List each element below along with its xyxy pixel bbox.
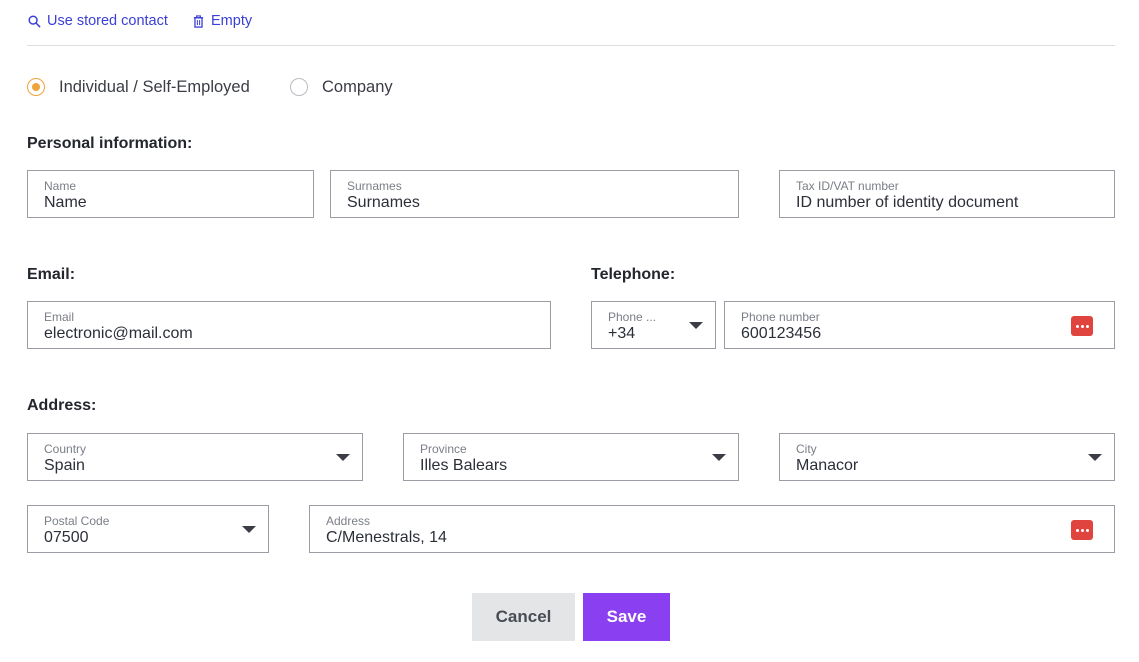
country-label: Country	[44, 442, 87, 456]
more-options-icon[interactable]	[1071, 316, 1093, 336]
radio-individual-indicator[interactable]	[27, 78, 45, 96]
phone-number-value[interactable]: 600123456	[741, 325, 821, 343]
city-value: Manacor	[796, 457, 859, 474]
personal-info-title: Personal information:	[27, 135, 193, 152]
email-field[interactable]: Email electronic@mail.com	[27, 301, 551, 349]
country-select[interactable]: Country Spain	[27, 433, 363, 481]
email-title: Email:	[27, 266, 76, 283]
phone-number-label: Phone number	[741, 310, 820, 324]
chevron-down-icon[interactable]	[712, 454, 726, 461]
province-select[interactable]: Province Illes Balears	[403, 433, 739, 481]
name-field[interactable]: Name Name	[27, 170, 314, 218]
phone-number-field[interactable]: Phone number 600123456	[724, 301, 1115, 349]
city-label: City	[796, 442, 817, 456]
phone-prefix-select[interactable]: Phone ... +34	[591, 301, 716, 349]
chevron-down-icon[interactable]	[242, 526, 256, 533]
surnames-field-value[interactable]: Surnames	[347, 194, 420, 212]
radio-company-label: Company	[322, 77, 393, 96]
radio-individual-label: Individual / Self-Employed	[59, 77, 250, 96]
email-field-label: Email	[44, 310, 75, 324]
phone-prefix-label: Phone ...	[608, 310, 657, 324]
tax-id-field-value[interactable]: ID number of identity document	[796, 194, 1018, 212]
chevron-down-icon[interactable]	[689, 322, 703, 329]
more-options-icon[interactable]	[1071, 520, 1093, 540]
search-icon	[28, 14, 41, 27]
use-stored-contact-label: Use stored contact	[47, 13, 168, 29]
name-field-label: Name	[44, 179, 77, 193]
empty-link[interactable]: Empty	[192, 11, 252, 31]
province-label: Province	[420, 442, 467, 456]
postal-code-label: Postal Code	[44, 514, 110, 528]
postal-code-select[interactable]: Postal Code 07500	[27, 505, 269, 553]
country-value: Spain	[44, 457, 85, 474]
phone-prefix-value: +34	[608, 325, 636, 342]
radio-company-indicator[interactable]	[290, 78, 308, 96]
divider	[27, 45, 1115, 46]
save-button[interactable]: Save	[583, 593, 670, 641]
street-address-field[interactable]: Address C/Menestrals, 14	[309, 505, 1115, 553]
cancel-button[interactable]: Cancel	[472, 593, 575, 641]
surnames-field-label: Surnames	[347, 179, 402, 193]
trash-icon	[193, 14, 204, 28]
city-select[interactable]: City Manacor	[779, 433, 1115, 481]
tax-id-field-label: Tax ID/VAT number	[796, 179, 899, 193]
tax-id-field[interactable]: Tax ID/VAT number ID number of identity …	[779, 170, 1115, 218]
chevron-down-icon[interactable]	[1088, 454, 1102, 461]
radio-individual[interactable]: Individual / Self-Employed	[27, 76, 250, 98]
province-value: Illes Balears	[420, 457, 508, 474]
radio-company[interactable]: Company	[290, 76, 393, 98]
telephone-title: Telephone:	[591, 266, 676, 283]
use-stored-contact-link[interactable]: Use stored contact	[28, 11, 168, 31]
address-title: Address:	[27, 397, 97, 414]
name-field-value[interactable]: Name	[44, 194, 87, 212]
street-address-label: Address	[326, 514, 371, 528]
surnames-field[interactable]: Surnames Surnames	[330, 170, 739, 218]
email-field-value[interactable]: electronic@mail.com	[44, 325, 193, 343]
street-address-value[interactable]: C/Menestrals, 14	[326, 529, 447, 547]
postal-code-value: 07500	[44, 529, 89, 546]
empty-label: Empty	[211, 13, 253, 29]
chevron-down-icon[interactable]	[336, 454, 350, 461]
